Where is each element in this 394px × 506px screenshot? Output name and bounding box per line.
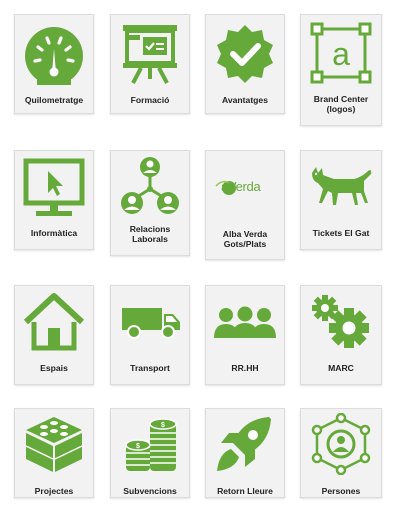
person-network-icon bbox=[301, 413, 381, 475]
coin-stacks-icon: $ $ bbox=[111, 415, 189, 475]
gears-icon bbox=[301, 292, 381, 350]
speedometer-icon bbox=[15, 25, 93, 85]
cat-icon bbox=[301, 165, 381, 211]
tile-label: MARC bbox=[328, 363, 354, 373]
svg-text:$: $ bbox=[161, 422, 165, 429]
tile-label: Avantatges bbox=[221, 95, 268, 105]
tile-brand-center[interactable]: a Brand Center (logos) bbox=[300, 14, 382, 126]
tile-alba-verda[interactable]: aVerda Alba Verda Gots/Plats bbox=[205, 150, 285, 260]
tile-persones[interactable]: Persones bbox=[300, 408, 382, 498]
tile-retorn-lleure[interactable]: Retorn Lleure bbox=[205, 408, 285, 498]
tile-subvencions[interactable]: $ $ Subvencions bbox=[110, 408, 190, 498]
alba-verda-logo: aVerda bbox=[206, 177, 284, 197]
tile-label: Espais bbox=[40, 363, 68, 373]
tile-transport[interactable]: Transport bbox=[110, 285, 190, 385]
tile-informatica[interactable]: Informàtica bbox=[14, 150, 94, 250]
tile-label: Persones bbox=[321, 486, 361, 496]
svg-text:$: $ bbox=[136, 443, 140, 450]
tile-label: Brand Center (logos) bbox=[313, 94, 369, 114]
tile-label: Retorn Lleure bbox=[217, 486, 273, 496]
blocks-icon bbox=[15, 413, 93, 475]
tile-label: Subvencions bbox=[123, 486, 177, 496]
tile-label: Relacions Laborals bbox=[129, 224, 171, 244]
tile-relacions-laborals[interactable]: Relacions Laborals bbox=[110, 150, 190, 256]
tile-rrhh[interactable]: RR.HH bbox=[205, 285, 285, 385]
people-group-icon bbox=[206, 306, 284, 340]
tile-marc[interactable]: MARC bbox=[300, 285, 382, 385]
tile-label: Alba Verda Gots/Plats bbox=[222, 229, 268, 249]
house-icon bbox=[15, 292, 93, 352]
tile-projectes[interactable]: Projectes bbox=[14, 408, 94, 498]
badge-check-icon bbox=[206, 23, 284, 85]
tile-espais[interactable]: Espais bbox=[14, 285, 94, 385]
tile-formacio[interactable]: Formació bbox=[110, 14, 190, 114]
rocket-icon bbox=[206, 413, 284, 475]
presentation-board-icon bbox=[111, 21, 189, 85]
people-network-icon bbox=[111, 155, 189, 217]
tile-label: RR.HH bbox=[231, 363, 259, 373]
monitor-cursor-icon bbox=[15, 157, 93, 219]
truck-icon bbox=[111, 304, 189, 340]
tile-label: Formació bbox=[130, 95, 170, 105]
tile-tickets-el-gat[interactable]: Tickets El Gat bbox=[300, 150, 382, 250]
tile-label: Projectes bbox=[34, 486, 74, 496]
tile-label: Informàtica bbox=[30, 228, 78, 238]
tile-label: Transport bbox=[130, 363, 170, 373]
alba-verda-logo-text: aVerda bbox=[221, 179, 261, 194]
tile-avantatges[interactable]: Avantatges bbox=[205, 14, 285, 114]
brand-frame-icon: a bbox=[301, 21, 381, 85]
tile-quilometratge[interactable]: Quilometratge bbox=[14, 14, 94, 114]
svg-text:a: a bbox=[332, 36, 350, 72]
tile-label: Quilometratge bbox=[24, 95, 84, 105]
tile-label: Tickets El Gat bbox=[312, 228, 370, 238]
